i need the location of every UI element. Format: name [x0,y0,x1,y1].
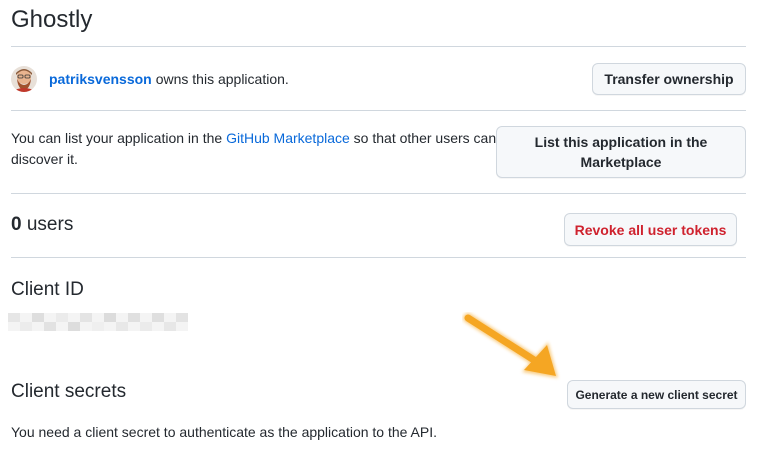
marketplace-description: You can list your application in the Git… [11,128,501,170]
divider [11,110,746,111]
divider [11,257,746,258]
client-id-heading: Client ID [11,279,84,300]
users-label: users [21,214,74,235]
arrow-annotation-icon [463,313,558,378]
users-count-heading: 0 users [11,214,73,236]
owner-row: patriksvensson owns this application. [11,64,289,94]
divider [11,193,746,194]
github-marketplace-link[interactable]: GitHub Marketplace [226,130,350,146]
client-secrets-description: You need a client secret to authenticate… [11,424,438,440]
owner-suffix-text: owns this application. [155,71,289,87]
avatar-image [11,66,37,92]
owner-username-link[interactable]: patriksvensson [49,71,152,87]
marketplace-text-before: You can list your application in the [11,130,227,146]
client-id-value-redacted [8,313,188,331]
users-count: 0 [11,214,22,235]
revoke-all-user-tokens-button[interactable]: Revoke all user tokens [564,213,737,246]
redacted-pixelation [8,313,188,331]
divider [11,46,746,47]
transfer-ownership-button[interactable]: Transfer ownership [592,63,746,95]
client-secrets-heading: Client secrets [11,381,127,402]
generate-client-secret-button[interactable]: Generate a new client secret [567,380,746,409]
page-title: Ghostly [11,6,93,33]
app-settings-page: Ghostly patriksvensson owns this applica… [0,0,759,450]
list-in-marketplace-button[interactable]: List this application in the Marketplace [496,126,746,178]
avatar[interactable] [11,66,37,92]
